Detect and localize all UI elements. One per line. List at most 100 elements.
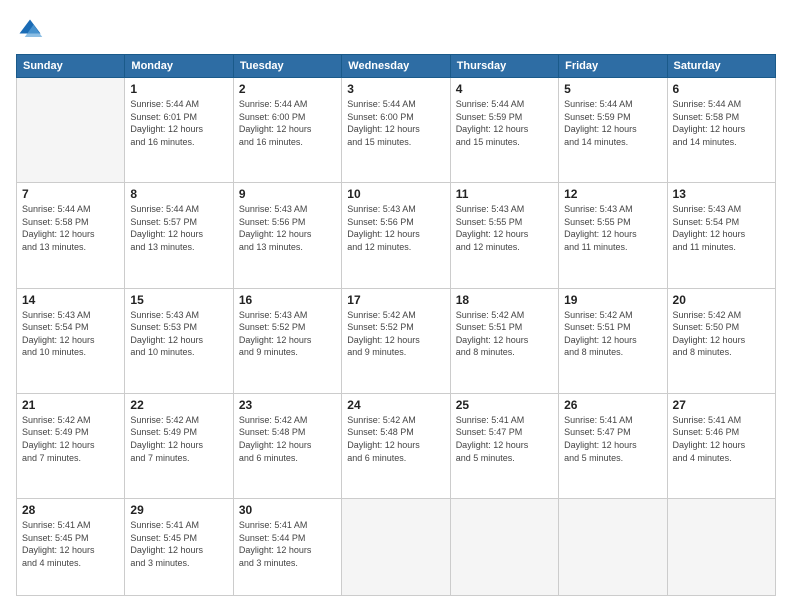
calendar-cell: 14Sunrise: 5:43 AM Sunset: 5:54 PM Dayli… — [17, 288, 125, 393]
day-info: Sunrise: 5:43 AM Sunset: 5:55 PM Dayligh… — [456, 203, 553, 253]
calendar-cell: 29 Sunrise: 5:41 AM Sunset: 5:45 PM Dayli… — [125, 499, 233, 596]
day-number: 23 — [239, 398, 336, 412]
day-number: 13 — [673, 187, 770, 201]
day-info: Sunrise: 5:44 AM Sunset: 6:00 PM Dayligh… — [347, 98, 444, 148]
calendar-cell: 3 Sunrise: 5:44 AM Sunset: 6:00 PM Daylig… — [342, 78, 450, 183]
day-number: 9 — [239, 187, 336, 201]
calendar-cell: 21 Sunrise: 5:42 AM Sunset: 5:49 PM Dayli… — [17, 393, 125, 498]
header — [16, 16, 776, 44]
day-info: Sunrise: 5:43 AM Sunset: 5:56 PM Dayligh… — [347, 203, 444, 253]
calendar-cell: 11 Sunrise: 5:43 AM Sunset: 5:55 PM Dayli… — [450, 183, 558, 288]
calendar-cell: 4 Sunrise: 5:44 AM Sunset: 5:59 PM Daylig… — [450, 78, 558, 183]
day-info: Sunrise: 5:42 AM Sunset: 5:51 PM Dayligh… — [456, 309, 553, 359]
day-info: Sunrise: 5:44 AM Sunset: 5:59 PM Dayligh… — [456, 98, 553, 148]
day-number: 11 — [456, 187, 553, 201]
calendar-header-tuesday: Tuesday — [233, 55, 341, 78]
day-number: 29 — [130, 503, 227, 517]
day-number: 20 — [673, 293, 770, 307]
day-info: Sunrise: 5:44 AM Sunset: 6:00 PM Dayligh… — [239, 98, 336, 148]
day-info: Sunrise: 5:43 AM Sunset: 5:52 PM Dayligh… — [239, 309, 336, 359]
day-number: 6 — [673, 82, 770, 96]
day-number: 18 — [456, 293, 553, 307]
day-number: 19 — [564, 293, 661, 307]
calendar-cell: 17 Sunrise: 5:42 AM Sunset: 5:52 PM Dayli… — [342, 288, 450, 393]
day-number: 28 — [22, 503, 119, 517]
calendar-header-wednesday: Wednesday — [342, 55, 450, 78]
day-info: Sunrise: 5:42 AM Sunset: 5:48 PM Dayligh… — [347, 414, 444, 464]
day-number: 3 — [347, 82, 444, 96]
calendar-cell: 24 Sunrise: 5:42 AM Sunset: 5:48 PM Dayli… — [342, 393, 450, 498]
calendar-header-friday: Friday — [559, 55, 667, 78]
calendar-cell: 26 Sunrise: 5:41 AM Sunset: 5:47 PM Dayli… — [559, 393, 667, 498]
day-number: 26 — [564, 398, 661, 412]
day-info: Sunrise: 5:42 AM Sunset: 5:52 PM Dayligh… — [347, 309, 444, 359]
calendar-header-sunday: Sunday — [17, 55, 125, 78]
day-number: 5 — [564, 82, 661, 96]
day-number: 17 — [347, 293, 444, 307]
calendar-cell: 19 Sunrise: 5:42 AM Sunset: 5:51 PM Dayli… — [559, 288, 667, 393]
calendar-cell: 16 Sunrise: 5:43 AM Sunset: 5:52 PM Dayli… — [233, 288, 341, 393]
page: SundayMondayTuesdayWednesdayThursdayFrid… — [0, 0, 792, 612]
calendar-header-row: SundayMondayTuesdayWednesdayThursdayFrid… — [17, 55, 776, 78]
day-info: Sunrise: 5:42 AM Sunset: 5:49 PM Dayligh… — [22, 414, 119, 464]
calendar-week-row: 1 Sunrise: 5:44 AM Sunset: 6:01 PM Daylig… — [17, 78, 776, 183]
calendar-cell: 15Sunrise: 5:43 AM Sunset: 5:53 PM Dayli… — [125, 288, 233, 393]
day-info: Sunrise: 5:44 AM Sunset: 5:58 PM Dayligh… — [673, 98, 770, 148]
calendar-cell: 8 Sunrise: 5:44 AM Sunset: 5:57 PM Daylig… — [125, 183, 233, 288]
day-info: Sunrise: 5:44 AM Sunset: 5:58 PM Dayligh… — [22, 203, 119, 253]
calendar-cell: 27 Sunrise: 5:41 AM Sunset: 5:46 PM Dayli… — [667, 393, 775, 498]
day-number: 15 — [130, 293, 227, 307]
day-info: Sunrise: 5:41 AM Sunset: 5:46 PM Dayligh… — [673, 414, 770, 464]
day-info: Sunrise: 5:43 AM Sunset: 5:56 PM Dayligh… — [239, 203, 336, 253]
day-info: Sunrise: 5:44 AM Sunset: 6:01 PM Dayligh… — [130, 98, 227, 148]
day-info: Sunrise: 5:41 AM Sunset: 5:47 PM Dayligh… — [456, 414, 553, 464]
calendar-cell — [450, 499, 558, 596]
calendar-cell: 2 Sunrise: 5:44 AM Sunset: 6:00 PM Daylig… — [233, 78, 341, 183]
day-number: 4 — [456, 82, 553, 96]
calendar-cell: 30Sunrise: 5:41 AM Sunset: 5:44 PM Dayli… — [233, 499, 341, 596]
calendar-cell — [17, 78, 125, 183]
calendar-cell: 9 Sunrise: 5:43 AM Sunset: 5:56 PM Daylig… — [233, 183, 341, 288]
day-info: Sunrise: 5:42 AM Sunset: 5:50 PM Dayligh… — [673, 309, 770, 359]
day-number: 24 — [347, 398, 444, 412]
calendar-week-row: 21 Sunrise: 5:42 AM Sunset: 5:49 PM Dayli… — [17, 393, 776, 498]
calendar-cell — [559, 499, 667, 596]
day-number: 8 — [130, 187, 227, 201]
calendar-cell: 13 Sunrise: 5:43 AM Sunset: 5:54 PM Dayli… — [667, 183, 775, 288]
calendar-week-row: 14Sunrise: 5:43 AM Sunset: 5:54 PM Dayli… — [17, 288, 776, 393]
day-number: 27 — [673, 398, 770, 412]
calendar-header-thursday: Thursday — [450, 55, 558, 78]
calendar-week-row: 7 Sunrise: 5:44 AM Sunset: 5:58 PM Daylig… — [17, 183, 776, 288]
day-info: Sunrise: 5:41 AM Sunset: 5:47 PM Dayligh… — [564, 414, 661, 464]
day-number: 16 — [239, 293, 336, 307]
day-info: Sunrise: 5:42 AM Sunset: 5:48 PM Dayligh… — [239, 414, 336, 464]
calendar-cell: 12Sunrise: 5:43 AM Sunset: 5:55 PM Dayli… — [559, 183, 667, 288]
day-number: 25 — [456, 398, 553, 412]
calendar-cell: 23 Sunrise: 5:42 AM Sunset: 5:48 PM Dayli… — [233, 393, 341, 498]
day-info: Sunrise: 5:42 AM Sunset: 5:51 PM Dayligh… — [564, 309, 661, 359]
calendar-cell: 28 Sunrise: 5:41 AM Sunset: 5:45 PM Dayli… — [17, 499, 125, 596]
calendar-cell: 5 Sunrise: 5:44 AM Sunset: 5:59 PM Daylig… — [559, 78, 667, 183]
day-info: Sunrise: 5:41 AM Sunset: 5:44 PM Dayligh… — [239, 519, 336, 569]
day-number: 22 — [130, 398, 227, 412]
day-info: Sunrise: 5:43 AM Sunset: 5:54 PM Dayligh… — [673, 203, 770, 253]
day-info: Sunrise: 5:41 AM Sunset: 5:45 PM Dayligh… — [22, 519, 119, 569]
day-number: 21 — [22, 398, 119, 412]
day-number: 7 — [22, 187, 119, 201]
calendar-header-saturday: Saturday — [667, 55, 775, 78]
calendar-cell: 20 Sunrise: 5:42 AM Sunset: 5:50 PM Dayli… — [667, 288, 775, 393]
calendar-cell: 7 Sunrise: 5:44 AM Sunset: 5:58 PM Daylig… — [17, 183, 125, 288]
day-number: 1 — [130, 82, 227, 96]
calendar-cell: 6 Sunrise: 5:44 AM Sunset: 5:58 PM Daylig… — [667, 78, 775, 183]
calendar-header-monday: Monday — [125, 55, 233, 78]
logo — [16, 16, 48, 44]
day-info: Sunrise: 5:41 AM Sunset: 5:45 PM Dayligh… — [130, 519, 227, 569]
day-number: 2 — [239, 82, 336, 96]
calendar-week-row: 28 Sunrise: 5:41 AM Sunset: 5:45 PM Dayli… — [17, 499, 776, 596]
day-info: Sunrise: 5:44 AM Sunset: 5:57 PM Dayligh… — [130, 203, 227, 253]
calendar-cell — [667, 499, 775, 596]
day-info: Sunrise: 5:44 AM Sunset: 5:59 PM Dayligh… — [564, 98, 661, 148]
calendar-cell: 18 Sunrise: 5:42 AM Sunset: 5:51 PM Dayli… — [450, 288, 558, 393]
day-number: 14 — [22, 293, 119, 307]
calendar-cell — [342, 499, 450, 596]
